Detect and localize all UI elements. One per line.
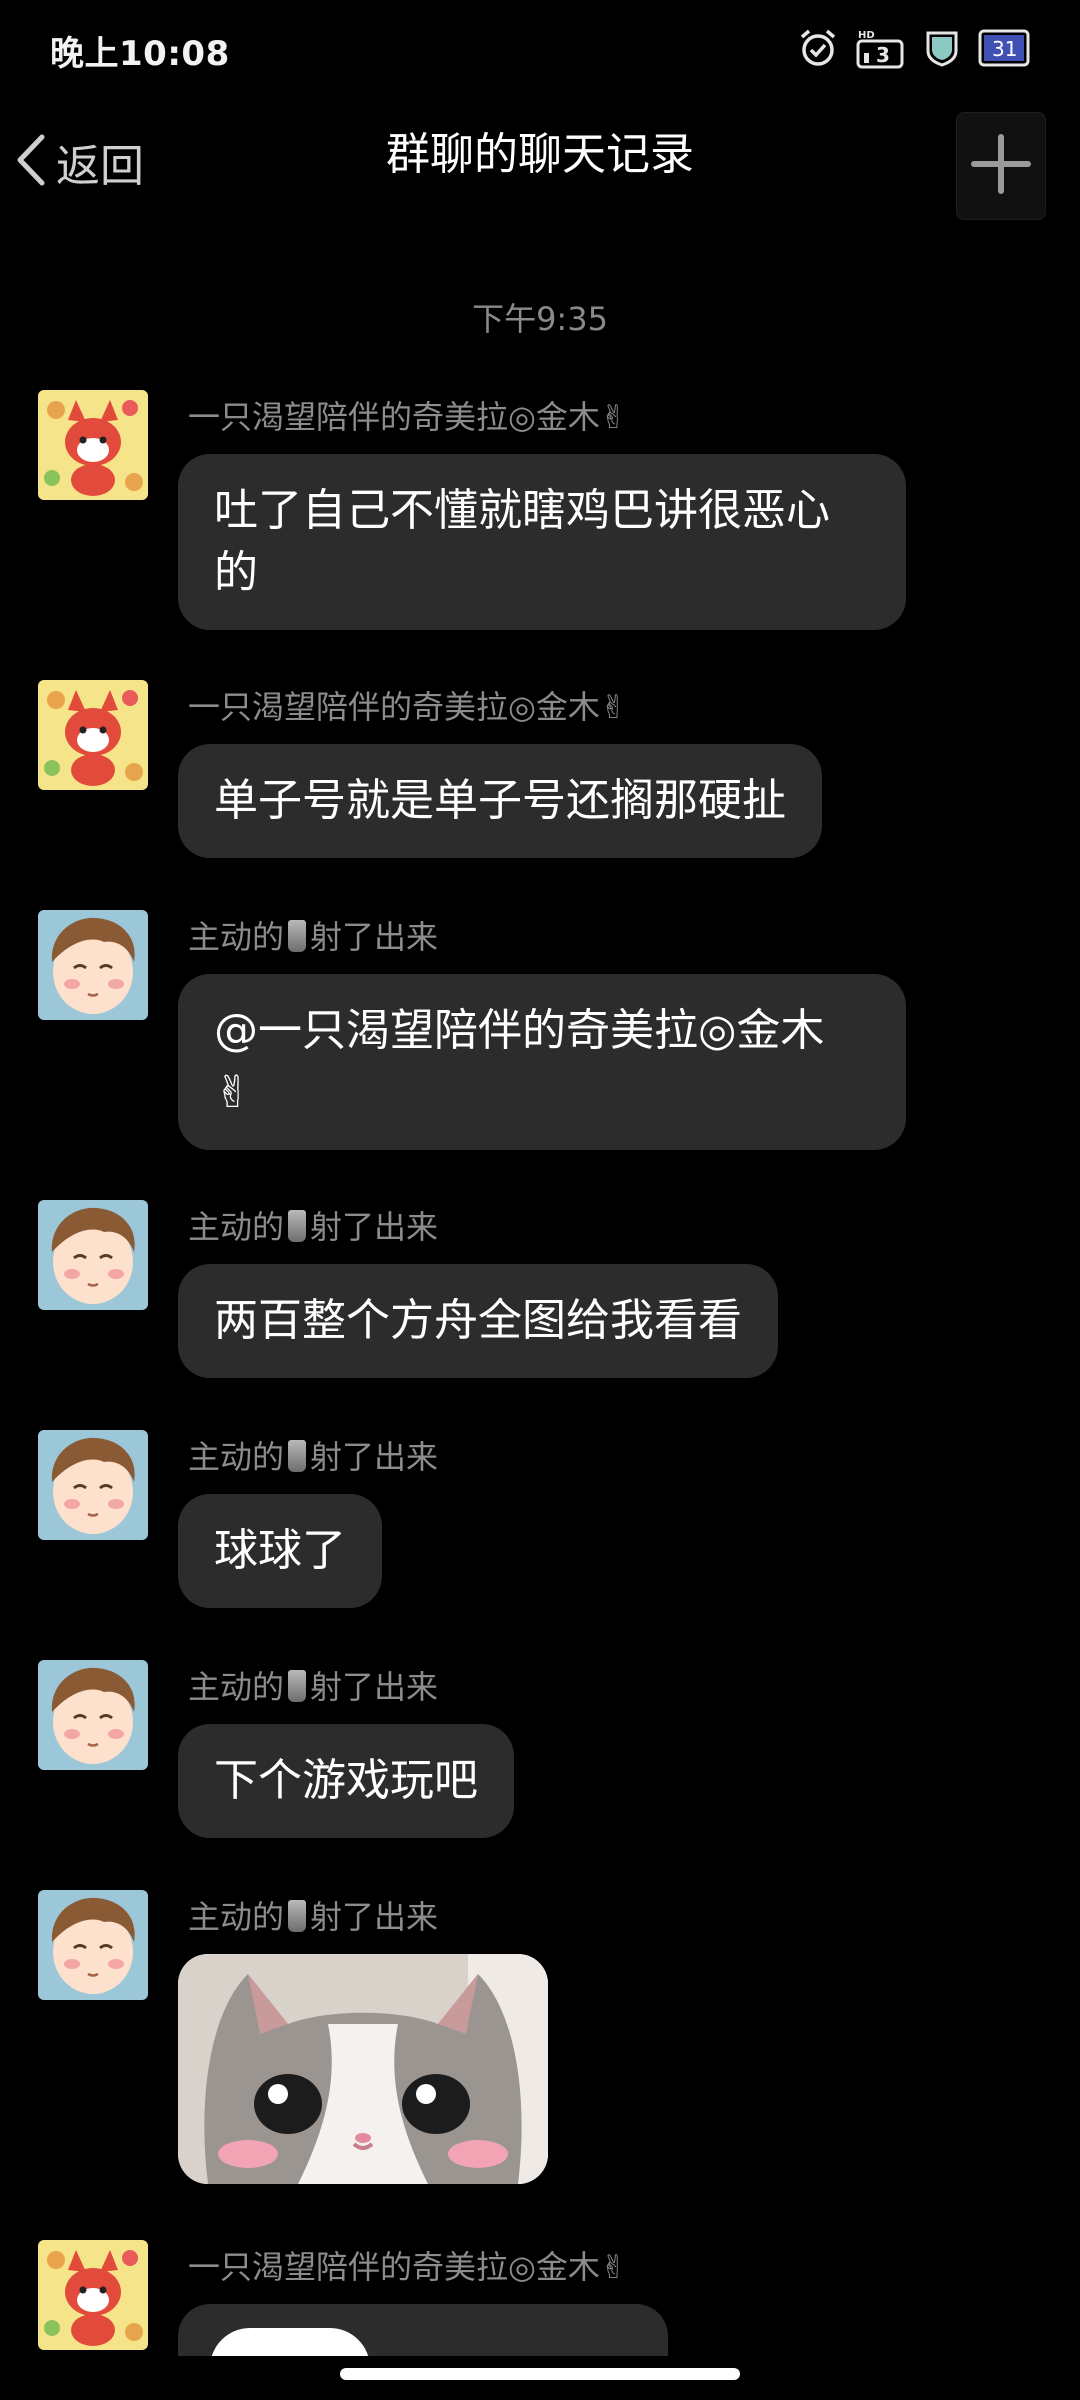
plus-icon — [970, 133, 1032, 199]
message-bubble[interactable]: 单子号就是单子号还搁那硬扯 — [178, 744, 822, 858]
message-bubble[interactable]: 球球了 — [178, 1494, 382, 1608]
avatar[interactable] — [38, 2240, 148, 2350]
message-bubble[interactable]: 两百整个方舟全图给我看看 — [178, 1264, 778, 1378]
message-bubble[interactable]: 下个游戏玩吧 — [178, 1724, 514, 1838]
avatar[interactable] — [38, 1200, 148, 1310]
message-text: 下个游戏玩吧 — [214, 1755, 478, 1806]
message-text: 的 — [214, 547, 258, 598]
avatar[interactable] — [38, 910, 148, 1020]
sender-name: 主动的 射了出来 — [188, 1898, 439, 1936]
sender-name: 主动的 射了出来 — [188, 1208, 439, 1246]
svg-text:31: 31 — [992, 37, 1017, 61]
cup-emoji-icon — [288, 920, 307, 952]
calendar-icon: 31 — [978, 27, 1032, 69]
message-text: ✌ — [214, 1067, 251, 1118]
sender-name: 一只渴望陪伴的奇美拉◎金木✌ — [188, 2248, 627, 2286]
avatar[interactable] — [38, 1430, 148, 1540]
cup-emoji-icon — [288, 1900, 307, 1932]
avatar[interactable] — [38, 1660, 148, 1770]
sender-name: 主动的 射了出来 — [188, 918, 439, 956]
avatar[interactable] — [38, 680, 148, 790]
sticker-image[interactable] — [178, 1954, 548, 2184]
cup-emoji-icon — [288, 1670, 307, 1702]
chat-area[interactable]: 下午9:35 一只渴望陪伴的奇美拉◎金木✌ 吐了自己不懂就瞎鸡巴讲很恶心 的 一… — [0, 236, 1080, 2356]
message-bubble[interactable]: 吐了自己不懂就瞎鸡巴讲很恶心 的 — [178, 454, 906, 630]
status-time: 晚上10:08 — [50, 34, 230, 74]
page-title: 群聊的聊天记录 — [386, 129, 694, 180]
message-bubble[interactable] — [178, 2304, 668, 2356]
nav-bar: 返回 群聊的聊天记录 — [0, 96, 1080, 236]
message-text: 单子号就是单子号还搁那硬扯 — [214, 775, 786, 826]
message-timestamp: 下午9:35 — [472, 300, 608, 338]
status-icons: HD 3 31 — [798, 26, 1032, 70]
status-bar: 晚上10:08 HD 3 31 — [0, 0, 1080, 96]
alarm-icon — [798, 28, 838, 68]
link-card-icon — [210, 2328, 370, 2356]
message-text: 吐了自己不懂就瞎鸡巴讲很恶心 — [214, 485, 830, 536]
avatar[interactable] — [38, 1890, 148, 2000]
chat-history-screen: 晚上10:08 HD 3 31 返回 群聊的聊天记录 下午9:35 一只渴望陪伴… — [0, 0, 1080, 2400]
cup-emoji-icon — [288, 1440, 307, 1472]
sender-name: 主动的 射了出来 — [188, 1668, 439, 1706]
message-text: @一只渴望陪伴的奇美拉◎金木 — [214, 1005, 825, 1056]
avatar[interactable] — [38, 390, 148, 500]
home-indicator[interactable] — [340, 2368, 740, 2380]
message-bubble[interactable]: @一只渴望陪伴的奇美拉◎金木 ✌ — [178, 974, 906, 1150]
shield-icon — [924, 29, 960, 67]
message-text: 球球了 — [214, 1525, 346, 1576]
sender-name: 主动的 射了出来 — [188, 1438, 439, 1476]
svg-text:3: 3 — [876, 43, 890, 67]
cup-emoji-icon — [288, 1210, 307, 1242]
svg-text:HD: HD — [858, 30, 875, 41]
sender-name: 一只渴望陪伴的奇美拉◎金木✌ — [188, 688, 627, 726]
add-button[interactable] — [956, 112, 1046, 220]
sender-name: 一只渴望陪伴的奇美拉◎金木✌ — [188, 398, 627, 436]
hd-signal-icon: HD 3 — [856, 27, 906, 69]
message-text: 两百整个方舟全图给我看看 — [214, 1295, 742, 1346]
